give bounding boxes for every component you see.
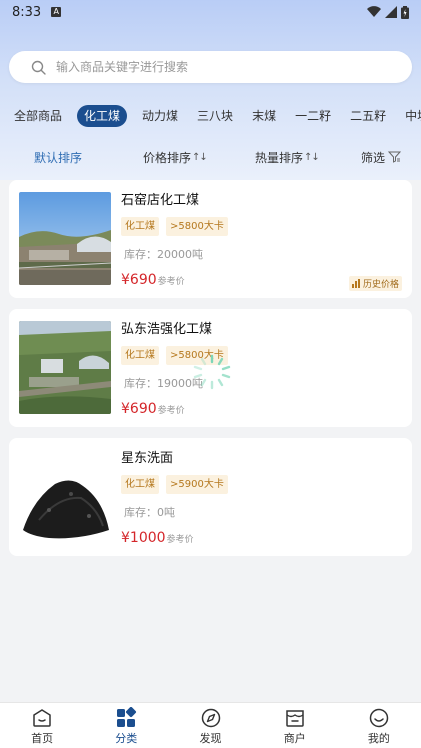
search-bar[interactable] — [9, 51, 412, 83]
status-icons — [367, 5, 409, 19]
search-input[interactable] — [56, 60, 376, 74]
sort-default-label: 默认排序 — [34, 150, 83, 165]
nav-category-label: 分类 — [115, 732, 138, 745]
product-price: ¥690 — [121, 401, 157, 417]
product-price: ¥690 — [121, 272, 157, 288]
product-title: 星东洗面 — [121, 451, 174, 466]
battery-icon — [401, 5, 409, 19]
product-tag-calorific: >5900大卡 — [166, 475, 228, 494]
category-tabs: 全部商品 化工煤 动力煤 三八块 末煤 一二籽 二五籽 中块 — [0, 104, 421, 128]
product-card[interactable]: 石窑店化工煤 化工煤 >5800大卡 库存：20000吨 ¥690 参考价 历史… — [9, 180, 412, 298]
wifi-icon — [367, 6, 381, 18]
price-reference-label: 参考价 — [157, 277, 185, 287]
price-reference-label: 参考价 — [157, 406, 185, 416]
nav-merchant-label: 商户 — [283, 732, 306, 745]
price-reference-label: 参考价 — [166, 535, 194, 545]
product-card[interactable]: 星东洗面 化工煤 >5900大卡 库存：0吨 ¥1000 参考价 — [9, 438, 412, 556]
sort-default-button[interactable]: 默认排序 — [34, 149, 82, 166]
product-tag-type: 化工煤 — [121, 217, 159, 236]
sort-arrows-icon: ↑↓ — [304, 151, 320, 163]
nav-discover-label: 发现 — [199, 732, 222, 745]
signal-icon — [385, 6, 397, 18]
nav-home[interactable]: 首页 — [0, 703, 84, 748]
category-tab-25-seed[interactable]: 二五籽 — [350, 105, 386, 127]
product-stock: 库存：20000吨 — [124, 248, 203, 261]
category-tab-medium-lump[interactable]: 中块 — [405, 105, 421, 127]
nav-home-label: 首页 — [31, 732, 54, 745]
nav-mine-label: 我的 — [367, 732, 390, 745]
sort-price-label: 价格排序 — [143, 150, 192, 165]
nav-discover[interactable]: 发现 — [168, 703, 252, 748]
product-stock: 库存：0吨 — [124, 506, 175, 519]
smile-icon — [369, 708, 389, 728]
history-price-button[interactable]: 历史价格 — [348, 276, 402, 291]
category-icon — [117, 707, 137, 727]
filter-label: 筛选 — [361, 150, 386, 165]
shop-icon — [285, 710, 304, 727]
product-tag-type: 化工煤 — [121, 346, 159, 365]
product-price-block: ¥1000 参考价 — [121, 530, 194, 546]
sort-bar: 默认排序 价格排序 ↑↓ 热量排序 ↑↓ 筛选 — [0, 146, 421, 168]
nav-merchant[interactable]: 商户 — [253, 703, 337, 748]
product-price-block: ¥690 参考价 — [121, 401, 185, 417]
bottom-navigation: 首页 分类 发现 商户 我的 — [0, 702, 421, 748]
search-icon — [31, 60, 46, 75]
category-tab-fine-coal[interactable]: 末煤 — [252, 105, 276, 127]
category-tab-chemical-coal[interactable]: 化工煤 — [77, 105, 128, 127]
sort-calorific-button[interactable]: 热量排序 ↑↓ — [255, 149, 320, 166]
product-price-block: ¥690 参考价 — [121, 272, 185, 288]
nav-category[interactable]: 分类 — [84, 703, 168, 748]
status-bar: 8:33 A — [0, 0, 421, 24]
product-image — [19, 450, 111, 543]
product-title: 石窑店化工煤 — [121, 193, 200, 208]
status-time: 8:33 — [12, 4, 42, 20]
notification-icon: A — [51, 7, 62, 17]
product-tag-type: 化工煤 — [121, 475, 159, 494]
home-icon — [33, 709, 51, 727]
loading-spinner-icon — [193, 354, 231, 390]
category-tab-power-coal[interactable]: 动力煤 — [142, 105, 178, 127]
sort-arrows-icon: ↑↓ — [192, 151, 208, 163]
product-title: 弘东浩强化工煤 — [121, 322, 213, 337]
category-tab-all[interactable]: 全部商品 — [14, 105, 62, 127]
category-tab-38-lump[interactable]: 三八块 — [197, 105, 233, 127]
nav-mine[interactable]: 我的 — [337, 703, 421, 748]
history-price-label: 历史价格 — [362, 280, 399, 290]
sort-price-button[interactable]: 价格排序 ↑↓ — [143, 149, 208, 166]
compass-icon — [201, 708, 220, 728]
sort-calorific-label: 热量排序 — [255, 150, 304, 165]
filter-funnel-icon — [388, 151, 402, 163]
product-image — [19, 321, 111, 414]
product-price: ¥1000 — [121, 530, 166, 546]
bar-chart-icon — [351, 279, 360, 288]
filter-button[interactable]: 筛选 — [361, 149, 402, 166]
product-tag-calorific: >5800大卡 — [166, 217, 228, 236]
product-image — [19, 192, 111, 285]
category-tab-12-seed[interactable]: 一二籽 — [295, 105, 331, 127]
